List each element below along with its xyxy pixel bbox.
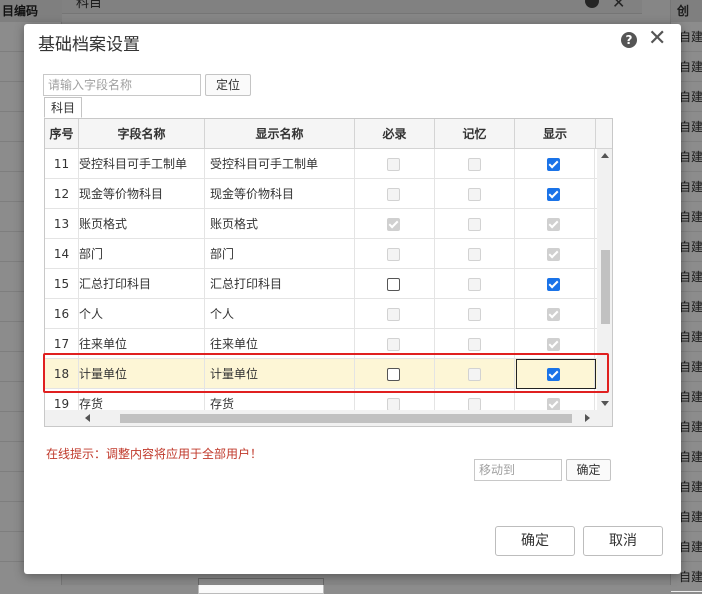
row-display-name[interactable]: 计量单位 [205,359,355,389]
search-input[interactable] [43,74,201,96]
memory-checkbox [468,338,481,351]
memory-checkbox [468,218,481,231]
row-seq: 17 [45,329,79,359]
required-checkbox [387,158,400,171]
row-display-name[interactable]: 现金等价物科目 [205,179,355,209]
required-checkbox [387,308,400,321]
locate-button[interactable]: 定位 [205,74,251,96]
row-display-name[interactable]: 个人 [205,299,355,329]
required-checkbox [387,188,400,201]
table-row[interactable]: 16 个人 个人 [45,299,597,329]
required-checkbox [387,338,400,351]
row-display-name[interactable]: 往来单位 [205,329,355,359]
row-field-name-text: 存货 [79,397,104,411]
focused-cell [516,359,596,389]
show-checkbox [547,248,560,261]
show-checkbox [547,308,560,321]
show-checkbox[interactable] [547,278,560,291]
row-field-name: 部门 [79,239,205,269]
memory-checkbox [468,278,481,291]
required-checkbox [387,248,400,261]
table-row[interactable]: 14 部门 部门 [45,239,597,269]
table-row[interactable]: 11 受控科目可手工制单 受控科目可手工制单 [45,149,597,179]
required-checkbox [387,218,400,231]
scroll-down-arrow-icon[interactable] [601,401,609,406]
online-hint: 在线提示：调整内容将应用于全部用户！ [46,447,263,461]
scroll-up-arrow-icon[interactable] [601,153,609,158]
row-display-name[interactable]: 受控科目可手工制单 [205,149,355,179]
show-checkbox[interactable] [547,188,560,201]
row-field-name-text: 汇总打印科目 [79,277,152,291]
show-checkbox[interactable] [547,158,560,171]
row-field-name-text: 现金等价物科目 [79,187,164,201]
tab-subject[interactable]: 科目 [44,97,82,118]
table-row[interactable]: 12 现金等价物科目 现金等价物科目 [45,179,597,209]
column-header-required: 必录 [355,119,435,149]
vertical-scrollbar[interactable] [597,149,612,410]
grid-header: 序号 字段名称 显示名称 必录 记忆 显示 [45,119,597,149]
row-field-name: 个人 [79,299,205,329]
dialog-title: 基础档案设置 [38,35,140,55]
column-header-display: 显示名称 [205,119,355,149]
scroll-left-arrow-icon[interactable] [85,414,90,422]
cancel-button[interactable]: 取消 [583,526,663,556]
table-row[interactable]: 13 账页格式 账页格式 [45,209,597,239]
move-confirm-button[interactable]: 确定 [566,459,611,481]
question-circle-icon[interactable]: ? [621,32,637,48]
table-row[interactable]: 17 往来单位 往来单位 [45,329,597,359]
row-seq: 15 [45,269,79,299]
vertical-scroll-thumb[interactable] [601,250,610,324]
memory-checkbox [468,188,481,201]
row-field-name: 受控科目可手工制单 [79,149,205,179]
memory-checkbox [468,368,481,381]
required-checkbox[interactable] [387,278,400,291]
row-display-name[interactable]: 部门 [205,239,355,269]
row-seq: 14 [45,239,79,269]
ok-button[interactable]: 确定 [495,526,575,556]
table-row[interactable]: 15 汇总打印科目 汇总打印科目 [45,269,597,299]
row-field-name-text: 往来单位 [79,337,128,351]
column-header-memory: 记忆 [435,119,515,149]
row-seq: 16 [45,299,79,329]
memory-checkbox [468,158,481,171]
move-to-input[interactable] [474,459,562,481]
row-field-name: 账页格式 [79,209,205,239]
row-seq: 12 [45,179,79,209]
required-checkbox[interactable] [387,368,400,381]
row-field-name: 汇总打印科目 [79,269,205,299]
column-header-show: 显示 [515,119,596,149]
row-field-name: 现金等价物科目 [79,179,205,209]
row-field-name-text: 个人 [79,307,104,321]
show-checkbox [547,218,560,231]
scroll-right-arrow-icon[interactable] [585,414,590,422]
table-row[interactable]: 18 计量单位 计量单位 [45,359,597,389]
horizontal-scrollbar[interactable] [45,410,597,426]
column-header-seq: 序号 [45,119,79,149]
close-icon[interactable]: ✕ [648,26,666,51]
memory-checkbox [468,308,481,321]
row-field-name: 往来单位 [79,329,205,359]
field-settings-grid: 序号 字段名称 显示名称 必录 记忆 显示 11 受控科目可手工制单 受控科目可手工… [44,118,613,427]
show-checkbox [547,338,560,351]
settings-dialog: 基础档案设置 ? ✕ 定位 科目 序号 字段名称 显示名称 必录 记忆 显示 1… [24,24,681,574]
row-field-name: 计量单位 [79,359,205,389]
row-seq: 13 [45,209,79,239]
row-seq: 18 [45,359,79,389]
row-seq: 11 [45,149,79,179]
row-field-name-text: 受控科目可手工制单 [79,157,188,171]
horizontal-scroll-thumb[interactable] [120,414,572,423]
row-field-name-text: 计量单位 [79,367,128,381]
row-display-name[interactable]: 汇总打印科目 [205,269,355,299]
memory-checkbox [468,248,481,261]
row-field-name-text: 部门 [79,247,104,261]
column-header-field: 字段名称 [79,119,205,149]
row-field-name-text: 账页格式 [79,217,128,231]
row-display-name[interactable]: 账页格式 [205,209,355,239]
